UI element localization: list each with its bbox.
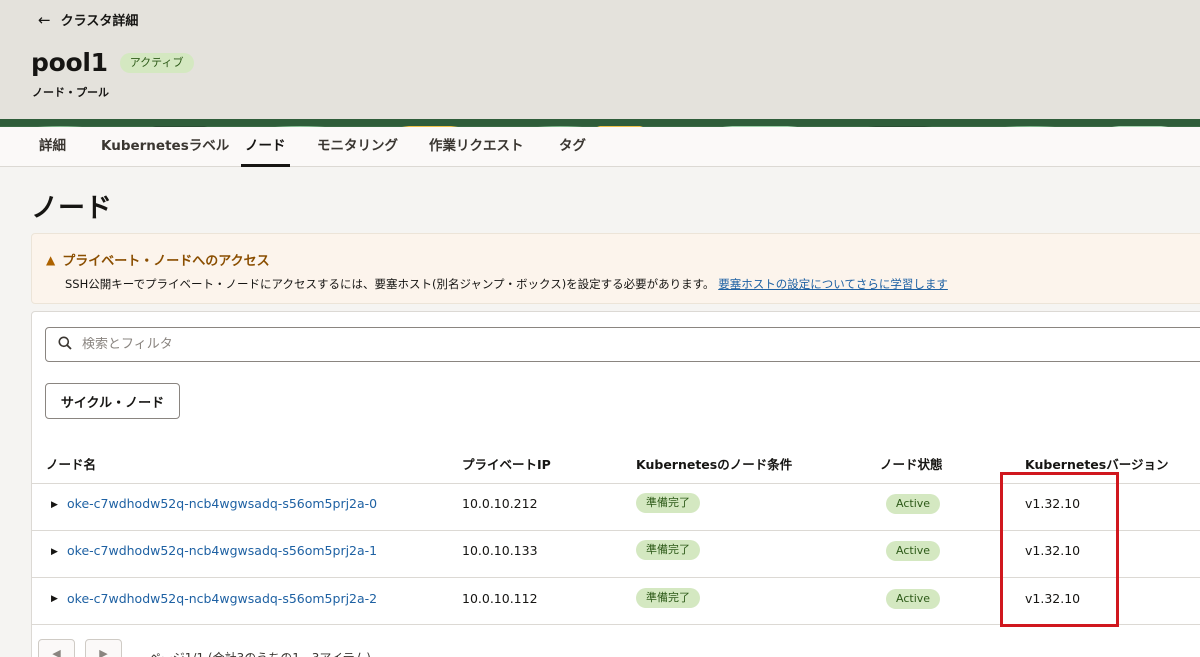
column-header-private-ip[interactable]: プライベートIP [462, 454, 551, 473]
node-name-link[interactable]: oke-c7wdhodw52q-ncb4wgwsadq-s56om5prj2a-… [67, 591, 377, 606]
state-badge: Active [886, 494, 941, 514]
private-ip: 10.0.10.133 [462, 543, 538, 558]
tab-kubernetes-labels[interactable]: Kubernetesラベル [101, 127, 229, 167]
page-header: ← クラスタ詳細 pool1 アクティブ ノード・プール [0, 0, 1200, 126]
node-name-link[interactable]: oke-c7wdhodw52q-ncb4wgwsadq-s56om5prj2a-… [67, 543, 377, 558]
notice-body: SSH公開キーでプライベート・ノードにアクセスするには、要塞ホスト(別名ジャンプ… [65, 276, 948, 292]
chevron-left-icon: ◀ [52, 647, 61, 657]
search-input[interactable] [82, 337, 982, 352]
column-header-node-name[interactable]: ノード名 [46, 454, 96, 473]
tab-monitoring[interactable]: モニタリング [317, 127, 398, 167]
status-badge: アクティブ [119, 52, 194, 73]
version-highlight-box [1000, 472, 1119, 627]
back-label[interactable]: クラスタ詳細 [61, 10, 139, 29]
notice-title: プライベート・ノードへのアクセス [62, 254, 270, 269]
title-row: pool1 アクティブ [31, 48, 194, 77]
state-badge: Active [886, 589, 941, 609]
tab-work-requests[interactable]: 作業リクエスト [429, 127, 524, 167]
notice-learn-more-link[interactable]: 要塞ホストの設定についてさらに学習します [718, 277, 948, 291]
column-header-kubernetes-version[interactable]: Kubernetesバージョン [1025, 454, 1168, 473]
column-header-node-state[interactable]: ノード状態 [880, 454, 943, 473]
header-banner-decoration [0, 119, 1200, 127]
private-ip: 10.0.10.212 [462, 496, 538, 511]
private-ip: 10.0.10.112 [462, 591, 538, 606]
notice-text: SSH公開キーでプライベート・ノードにアクセスするには、要塞ホスト(別名ジャンプ… [65, 277, 715, 291]
arrow-left-icon[interactable]: ← [38, 11, 51, 29]
expand-row-icon[interactable]: ▶ [51, 500, 58, 510]
search-icon [58, 336, 72, 354]
search-bar[interactable] [45, 327, 1200, 362]
condition-badge: 準備完了 [636, 493, 700, 513]
page-subtitle: ノード・プール [32, 86, 109, 99]
warning-icon: ▲ [46, 252, 56, 267]
tab-details[interactable]: 詳細 [39, 127, 66, 167]
condition-badge: 準備完了 [636, 540, 700, 560]
cycle-nodes-button[interactable]: サイクル・ノード [45, 383, 180, 419]
pagination-info: ページ1/1 (合計3のうちの1 - 3アイテム) [149, 649, 371, 657]
tab-tags[interactable]: タグ [559, 127, 586, 167]
section-title: ノード [31, 193, 112, 224]
column-header-node-condition[interactable]: Kubernetesのノード条件 [636, 454, 792, 473]
chevron-right-icon: ▶ [99, 647, 108, 657]
tab-bar: 詳細 Kubernetesラベル ノード モニタリング 作業リクエスト タグ [0, 127, 1200, 167]
previous-page-button[interactable]: ◀ [38, 639, 75, 657]
expand-row-icon[interactable]: ▶ [51, 594, 58, 604]
tab-nodes[interactable]: ノード [241, 127, 290, 167]
expand-row-icon[interactable]: ▶ [51, 547, 58, 557]
page-title: pool1 [31, 48, 108, 77]
condition-badge: 準備完了 [636, 588, 700, 608]
notice-title-row: ▲ プライベート・ノードへのアクセス [46, 250, 270, 270]
node-name-link[interactable]: oke-c7wdhodw52q-ncb4wgwsadq-s56om5prj2a-… [67, 496, 377, 511]
state-badge: Active [886, 541, 941, 561]
info-notice: ▲ プライベート・ノードへのアクセス SSH公開キーでプライベート・ノードにアク… [31, 233, 1200, 304]
next-page-button[interactable]: ▶ [85, 639, 122, 657]
back-link[interactable]: ← クラスタ詳細 [38, 10, 139, 30]
